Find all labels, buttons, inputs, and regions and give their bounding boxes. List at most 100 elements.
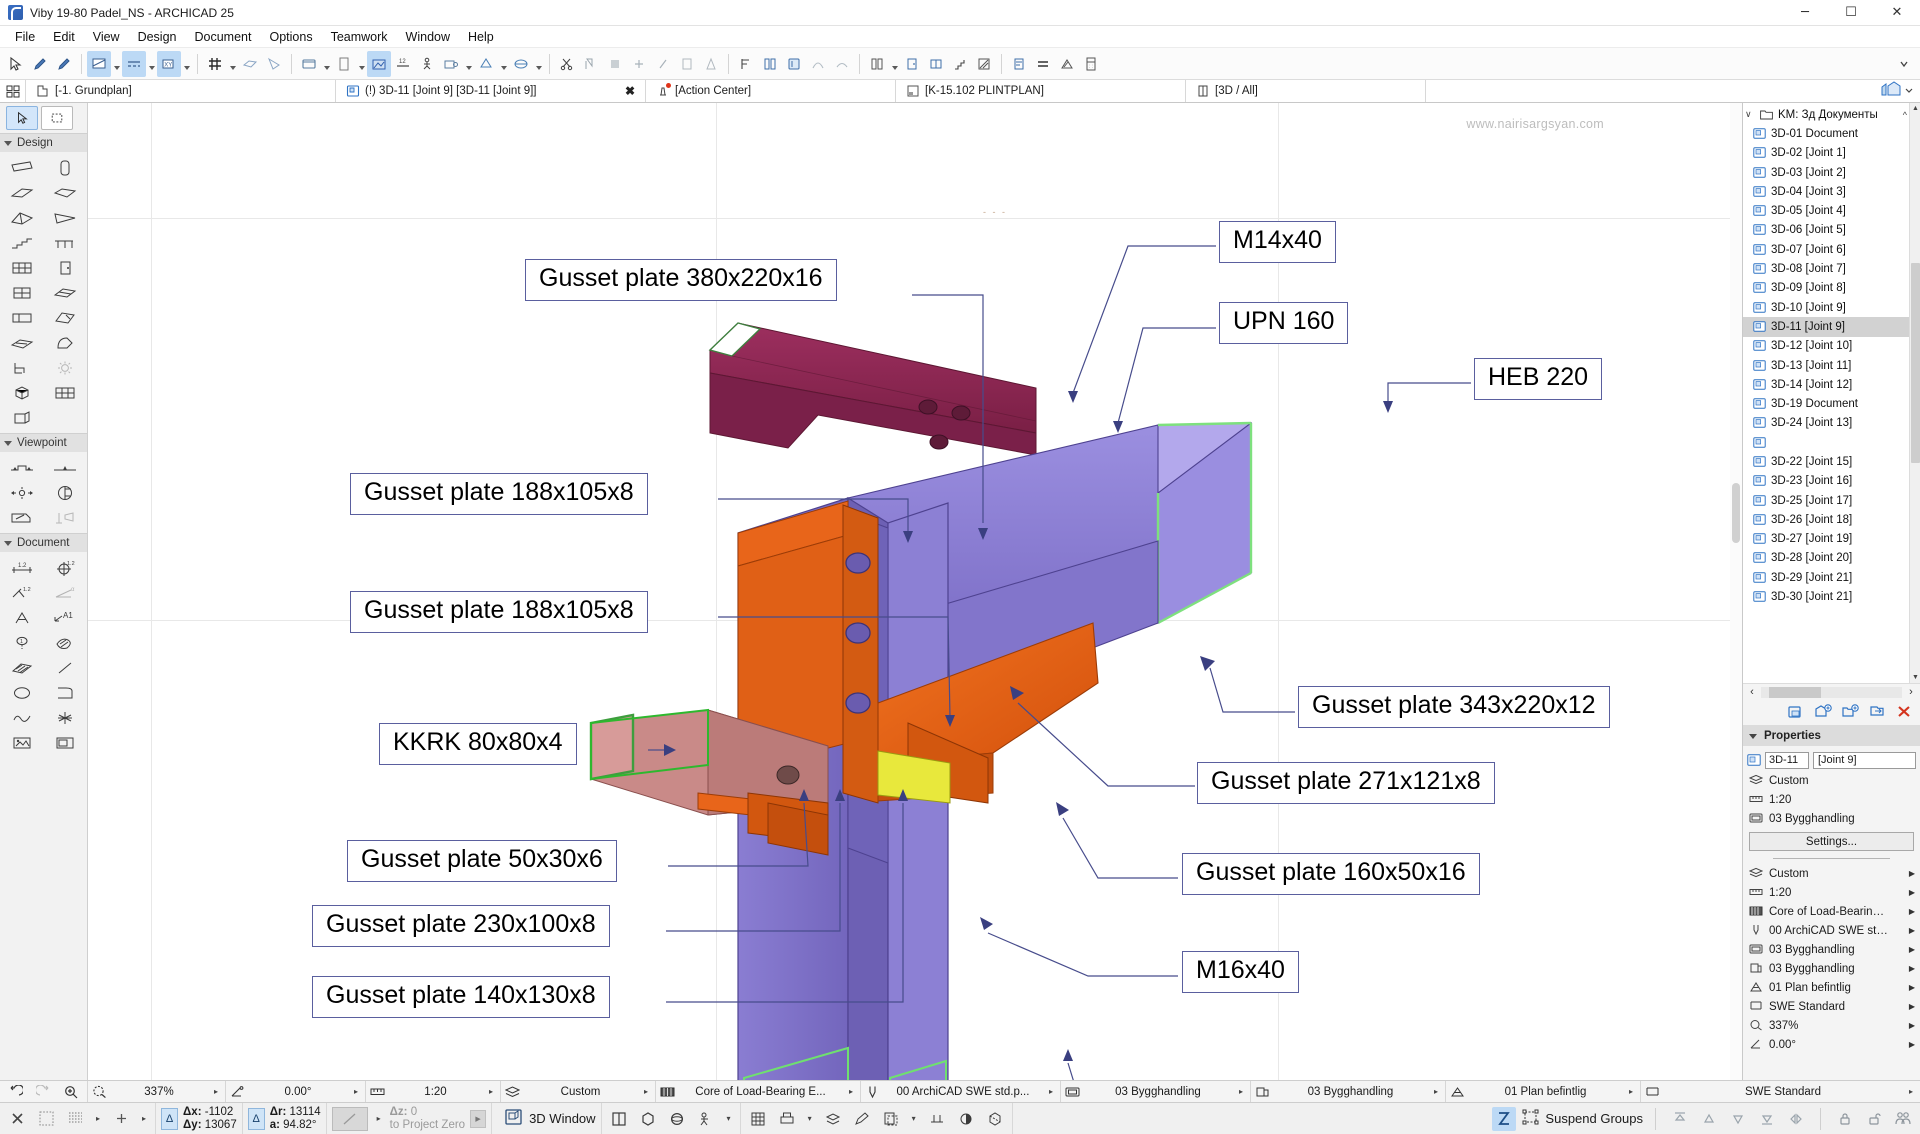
elevation-icon[interactable] <box>865 51 889 77</box>
linear-dimension-icon[interactable]: 1.2 <box>0 555 44 580</box>
sheet-caret[interactable] <box>356 51 367 77</box>
hatch-tool-icon[interactable] <box>0 655 44 680</box>
3d-document-canvas[interactable]: - - - - - - <box>88 103 1742 1080</box>
chevron-right-icon[interactable]: ▶ <box>1909 945 1915 954</box>
hotspot-tool-icon[interactable] <box>44 705 88 730</box>
property-pen-set[interactable]: 03 Bygghandling <box>1743 809 1920 828</box>
navigator-item[interactable]: 3D-25 [Joint 17] <box>1743 491 1920 510</box>
navigator-item[interactable]: 3D-24 [Joint 13] <box>1743 414 1920 433</box>
line-tool-icon[interactable] <box>44 655 88 680</box>
doc-a-icon[interactable] <box>675 51 699 77</box>
callout-gusset-230[interactable]: Gusset plate 230x100x8 <box>312 905 610 947</box>
menu-file[interactable]: File <box>6 28 44 46</box>
camera-icon[interactable] <box>439 51 463 77</box>
chevron-right-icon[interactable]: ▸ <box>1625 1087 1637 1096</box>
tab-dropdown-icon[interactable] <box>1904 85 1914 98</box>
chevron-right-icon[interactable]: ▶ <box>1909 983 1915 992</box>
curtainwall-tool-icon[interactable] <box>0 255 44 280</box>
settings-button[interactable]: Settings... <box>1749 832 1914 851</box>
menu-window[interactable]: Window <box>397 28 459 46</box>
navigator-item[interactable]: 3D-13 [Joint 11] <box>1743 356 1920 375</box>
property-id-field[interactable]: 3D-11 <box>1765 751 1809 769</box>
callout-gusset-188b[interactable]: Gusset plate 188x105x8 <box>350 591 648 633</box>
navigator-root[interactable]: ∨ KM: Зд Документы ^ <box>1743 105 1920 124</box>
detail-tool-icon[interactable] <box>0 505 44 530</box>
grid-display-icon[interactable] <box>746 1107 770 1131</box>
line-weight-icon[interactable] <box>1031 51 1055 77</box>
grid-snap-caret[interactable] <box>227 51 238 77</box>
elevation-group[interactable]: ▸ Δz: 0 to Project Zero ▶ <box>327 1102 493 1134</box>
chevron-right-icon[interactable]: ▶ <box>1909 888 1915 897</box>
delta-xy-group[interactable]: Δ Δx: -1102 Δy: 13067 <box>156 1102 243 1134</box>
chevron-right-icon[interactable]: ▸ <box>92 1114 104 1123</box>
elevation-chevron-icon[interactable]: ▶ <box>470 1109 487 1128</box>
slab-icon[interactable] <box>238 51 262 77</box>
interior-elevation-icon[interactable] <box>0 480 44 505</box>
arc-tool-icon[interactable] <box>44 680 88 705</box>
section-tool-icon[interactable] <box>0 455 44 480</box>
window-tool-icon[interactable] <box>0 280 44 305</box>
status-zoom-group[interactable]: 337% ▸ <box>88 1080 226 1103</box>
canvas-vertical-scrollbar[interactable] <box>1730 103 1742 1080</box>
add-icon[interactable] <box>627 51 651 77</box>
navigator-item[interactable]: 3D-09 [Joint 8] <box>1743 279 1920 298</box>
callout-gusset-160[interactable]: Gusset plate 160x50x16 <box>1182 853 1480 895</box>
navigator-item[interactable]: 3D-14 [Joint 12] <box>1743 375 1920 394</box>
status-dimension-group[interactable]: SWE Standard ▸ <box>1641 1081 1920 1103</box>
shadow-icon[interactable] <box>954 1107 978 1131</box>
measure-icon[interactable]: 12 <box>391 51 415 77</box>
subtract-icon[interactable] <box>651 51 675 77</box>
menu-options[interactable]: Options <box>260 28 321 46</box>
worksheet-tool-icon[interactable] <box>44 480 88 505</box>
prop-row-angle[interactable]: 0.00° ▶ <box>1743 1035 1920 1054</box>
marquee-tool[interactable] <box>41 106 73 130</box>
arrow-tool[interactable] <box>6 106 38 130</box>
axonometric-view-icon[interactable] <box>636 1107 660 1131</box>
person-scale-icon[interactable] <box>415 51 439 77</box>
collapse-up-icon[interactable]: ^ <box>1903 110 1907 120</box>
navigator-item[interactable]: 3D-03 [Joint 2] <box>1743 163 1920 182</box>
light-tool-icon[interactable] <box>44 355 88 380</box>
spline-tool-icon[interactable] <box>0 705 44 730</box>
tab-grundplan[interactable]: [-1. Grundplan] <box>26 80 336 102</box>
property-scale[interactable]: 1:20 <box>1743 790 1920 809</box>
paste-icon[interactable] <box>603 51 627 77</box>
copy-icon[interactable] <box>579 51 603 77</box>
zoom-in-icon[interactable] <box>63 1084 80 1100</box>
group-icon[interactable] <box>1521 1108 1540 1129</box>
object-icon[interactable] <box>782 51 806 77</box>
bring-forward-icon[interactable] <box>1697 1107 1721 1131</box>
fill-tool-icon[interactable] <box>44 630 88 655</box>
morph-tool-icon[interactable] <box>44 330 88 355</box>
explore-icon[interactable] <box>694 1107 718 1131</box>
box-tool-icon[interactable] <box>0 380 44 405</box>
chevron-right-icon[interactable]: ▸ <box>845 1087 857 1096</box>
prop-row-structure[interactable]: Core of Load-Bearing Element... ▶ <box>1743 902 1920 921</box>
opening-tool-icon[interactable] <box>0 405 44 430</box>
unlock-icon[interactable] <box>1862 1107 1886 1131</box>
calculator-icon[interactable] <box>1079 51 1103 77</box>
chevron-right-icon[interactable]: ▶ <box>1909 869 1915 878</box>
pen-tool-icon[interactable] <box>28 51 52 77</box>
navigator-item[interactable] <box>1743 433 1920 452</box>
wall-tool-icon[interactable] <box>0 155 44 180</box>
stair-icon[interactable] <box>948 51 972 77</box>
palette-section-design[interactable]: Design <box>0 133 87 152</box>
text-tool-icon[interactable] <box>0 605 44 630</box>
redo-icon[interactable] <box>35 1084 52 1100</box>
undo-icon[interactable] <box>7 1084 24 1100</box>
door-tool-icon[interactable] <box>44 255 88 280</box>
chevron-right-icon[interactable]: ▶ <box>1909 964 1915 973</box>
palette-section-viewpoint[interactable]: Viewpoint <box>0 433 87 452</box>
status-modelview-group[interactable]: 03 Bygghandling ▸ <box>1061 1080 1251 1103</box>
drawing-area[interactable]: - - - - - - <box>88 103 1742 1080</box>
line-type-caret[interactable] <box>146 51 157 77</box>
tab-overview-button[interactable] <box>0 80 26 102</box>
status-structure-group[interactable]: Core of Load-Bearing E... ▸ <box>656 1080 861 1103</box>
callout-kkrk-80[interactable]: KKRK 80x80x4 <box>379 723 577 765</box>
maximize-button[interactable]: ☐ <box>1828 0 1874 26</box>
line-type-icon[interactable] <box>122 50 146 77</box>
chevron-right-icon[interactable]: ▶ <box>1909 1021 1915 1030</box>
library-icon[interactable] <box>758 51 782 77</box>
tab-close-icon[interactable]: ✖ <box>625 84 635 98</box>
